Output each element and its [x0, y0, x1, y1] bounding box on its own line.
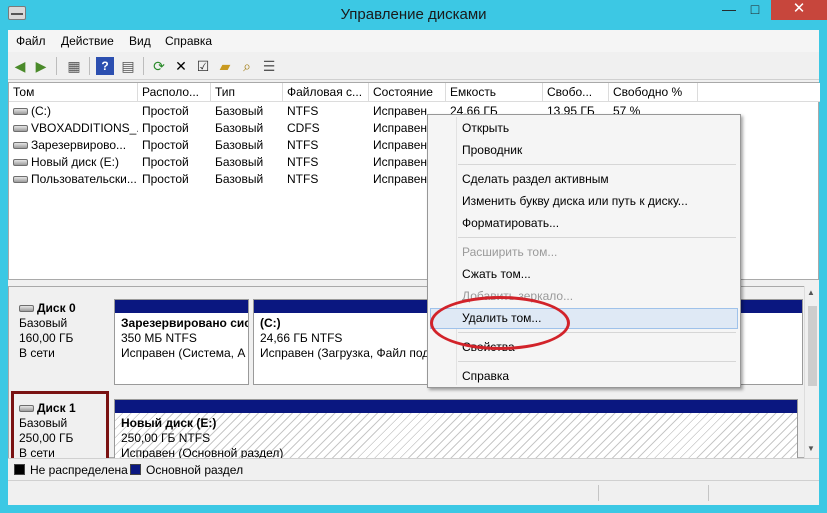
column-capacity[interactable]: Емкость	[446, 83, 543, 102]
column-status[interactable]: Состояние	[369, 83, 446, 102]
status-bar	[8, 480, 819, 505]
disk-0-label[interactable]: Диск 0 Базовый 160,00 ГБ В сети	[9, 299, 107, 379]
forward-icon[interactable]: ▶	[32, 57, 50, 75]
partition-reserved[interactable]: Зарезервировано сис 350 МБ NTFS Исправен…	[114, 299, 249, 385]
menu-view[interactable]: Вид	[129, 34, 151, 48]
volume-filesystem: NTFS	[287, 104, 319, 118]
volume-layout: Простой	[142, 172, 189, 186]
menu-bar: Файл Действие Вид Справка	[8, 30, 819, 52]
menu-separator	[458, 237, 736, 238]
volume-layout: Простой	[142, 104, 189, 118]
volume-name: VBOXADDITIONS_...	[31, 121, 138, 135]
column-filesystem[interactable]: Файловая с...	[283, 83, 369, 102]
scroll-thumb[interactable]	[808, 306, 817, 386]
volume-layout: Простой	[142, 138, 189, 152]
console-icon[interactable]: ▦	[65, 57, 83, 75]
volume-filesystem: NTFS	[287, 155, 319, 169]
check-icon[interactable]: ☑	[194, 57, 212, 75]
drive-icon	[13, 176, 28, 184]
toolbar-separator	[89, 57, 90, 75]
unallocated-swatch	[14, 464, 25, 475]
search-icon[interactable]: ⌕	[238, 57, 256, 75]
properties-icon[interactable]: ▤	[119, 57, 137, 75]
volume-name: Пользовательски...	[31, 172, 137, 186]
volume-name: Новый диск (E:)	[31, 155, 119, 169]
back-icon[interactable]: ◀	[11, 57, 29, 75]
partition-size: 350 МБ NTFS	[121, 331, 197, 345]
column-layout[interactable]: Располо...	[138, 83, 211, 102]
menu-item-shrink[interactable]: Сжать том...	[462, 264, 531, 284]
legend-primary: Основной раздел	[146, 463, 244, 477]
menu-separator	[458, 361, 736, 362]
partition-label: Новый диск (E:)	[121, 416, 217, 430]
drive-icon	[13, 159, 28, 167]
title-bar: Управление дисками — □ ✕	[0, 0, 827, 30]
scroll-up-icon[interactable]: ▲	[807, 288, 815, 297]
refresh-icon[interactable]: ⟳	[150, 57, 168, 75]
menu-help[interactable]: Справка	[165, 34, 212, 48]
delete-icon[interactable]: ✕	[172, 57, 190, 75]
menu-item-explorer[interactable]: Проводник	[462, 140, 522, 160]
open-folder-icon[interactable]: ▰	[216, 57, 234, 75]
annotation-ellipse	[430, 296, 570, 350]
menu-item-format[interactable]: Форматировать...	[462, 213, 559, 233]
maximize-button[interactable]: □	[742, 0, 768, 20]
legend-unallocated: Не распределена	[30, 463, 128, 477]
column-free-percent[interactable]: Свободно %	[609, 83, 698, 102]
window-title: Управление дисками	[340, 6, 487, 23]
menu-item-mark-active[interactable]: Сделать раздел активным	[462, 169, 609, 189]
volume-list-header: Том Располо... Тип Файловая с... Состоян…	[9, 83, 820, 102]
minimize-button[interactable]: —	[715, 0, 743, 20]
drive-icon	[13, 108, 28, 116]
list-icon[interactable]: ☰	[260, 57, 278, 75]
status-divider	[708, 485, 709, 501]
menu-item-help[interactable]: Справка	[462, 366, 509, 386]
drive-icon	[19, 305, 34, 313]
menu-item-change-letter[interactable]: Изменить букву диска или путь к диску...	[462, 191, 688, 211]
menu-file[interactable]: Файл	[16, 34, 46, 48]
partition-size: 250,00 ГБ NTFS	[121, 431, 211, 445]
column-free[interactable]: Свобо...	[543, 83, 609, 102]
volume-filesystem: NTFS	[287, 172, 319, 186]
disk-size: 160,00 ГБ	[19, 331, 74, 345]
partition-status: Исправен (Система, А	[121, 346, 246, 360]
column-volume[interactable]: Том	[9, 83, 138, 102]
volume-filesystem: NTFS	[287, 138, 319, 152]
menu-gutter	[456, 117, 457, 385]
menu-separator	[458, 164, 736, 165]
column-type[interactable]: Тип	[211, 83, 283, 102]
volume-name: (C:)	[31, 104, 51, 118]
partition-label: Зарезервировано сис	[121, 316, 249, 330]
disk-status: В сети	[19, 346, 55, 360]
volume-type: Базовый	[215, 155, 264, 169]
menu-action[interactable]: Действие	[61, 34, 114, 48]
toolbar-separator	[56, 57, 57, 75]
volume-type: Базовый	[215, 121, 264, 135]
help-icon[interactable]: ?	[96, 57, 114, 75]
partition-bar	[115, 400, 797, 413]
legend: Не распределена Основной раздел	[8, 458, 819, 480]
drive-icon	[13, 142, 28, 150]
volume-type: Базовый	[215, 104, 264, 118]
partition-bar	[115, 300, 248, 313]
disk-type: Базовый	[19, 316, 68, 330]
toolbar: ◀ ▶ ▦ ? ▤ ⟳ ✕ ☑ ▰ ⌕ ☰	[8, 52, 819, 80]
scroll-down-icon[interactable]: ▼	[807, 444, 815, 453]
primary-swatch	[130, 464, 141, 475]
volume-filesystem: CDFS	[287, 121, 320, 135]
disk-name: Диск 0	[37, 301, 76, 315]
volume-name: Зарезервирово...	[31, 138, 127, 152]
status-divider	[598, 485, 599, 501]
toolbar-separator	[143, 57, 144, 75]
disk-map-scrollbar[interactable]: ▲ ▼	[804, 286, 819, 458]
volume-type: Базовый	[215, 138, 264, 152]
disk-management-window: Управление дисками — □ ✕ Файл Действие В…	[0, 0, 827, 513]
volume-layout: Простой	[142, 121, 189, 135]
drive-icon	[13, 125, 28, 133]
volume-type: Базовый	[215, 172, 264, 186]
menu-item-open[interactable]: Открыть	[462, 118, 509, 138]
menu-item-extend[interactable]: Расширить том...	[462, 242, 557, 262]
close-button[interactable]: ✕	[771, 0, 827, 20]
volume-layout: Простой	[142, 155, 189, 169]
